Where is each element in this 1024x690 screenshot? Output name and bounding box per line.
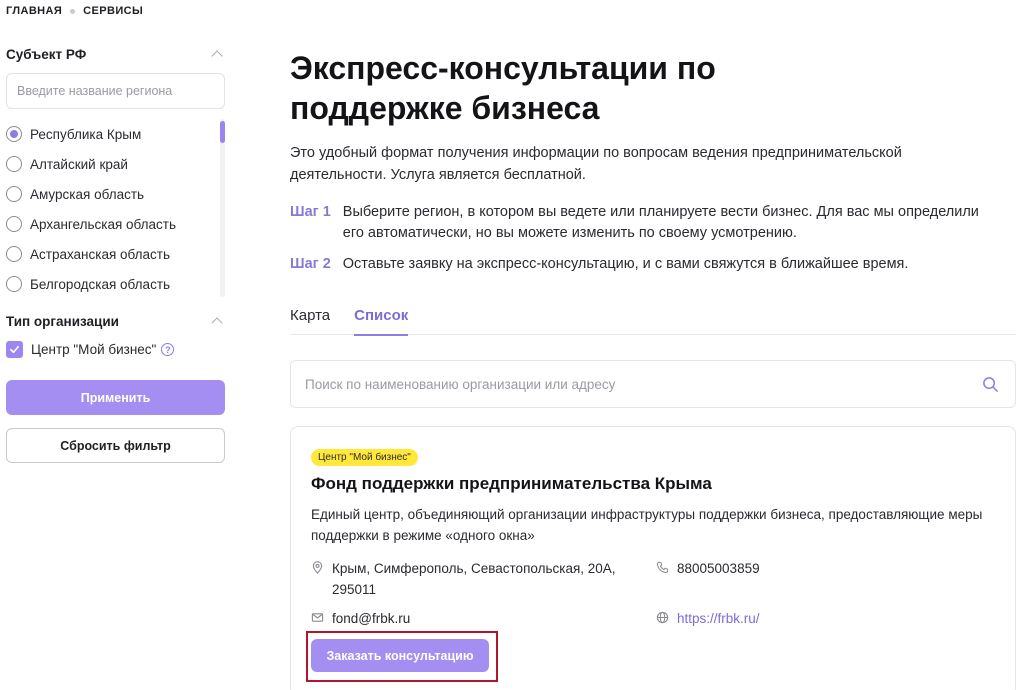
- region-option-label: Алтайский край: [30, 156, 128, 172]
- region-list: Республика Крым Алтайский край Амурская …: [6, 119, 225, 299]
- tab-map[interactable]: Карта: [290, 303, 330, 334]
- reset-filter-button[interactable]: Сбросить фильтр: [6, 428, 225, 463]
- org-address-text: Крым, Симферополь, Севастопольская, 20А,…: [332, 561, 616, 597]
- org-contacts: Крым, Симферополь, Севастопольская, 20А,…: [311, 558, 995, 638]
- org-website: https://frbk.ru/: [656, 608, 760, 629]
- breadcrumb-home-link[interactable]: ГЛАВНАЯ: [6, 5, 62, 17]
- radio-unchecked-icon[interactable]: [6, 186, 22, 202]
- region-option-label: Белгородская область: [30, 276, 171, 292]
- order-consultation-button[interactable]: Заказать консультацию: [311, 639, 489, 672]
- org-type-option-label: Центр "Мой бизнес": [31, 342, 157, 357]
- region-search-input[interactable]: [6, 73, 225, 109]
- search-icon[interactable]: [982, 376, 999, 393]
- org-search-input[interactable]: [291, 361, 1015, 407]
- region-list-scrollbar[interactable]: [220, 119, 225, 297]
- region-option-label: Астраханская область: [30, 246, 171, 262]
- chevron-up-icon[interactable]: [211, 50, 223, 62]
- region-option[interactable]: Архангельская область: [6, 209, 225, 239]
- org-website-link[interactable]: https://frbk.ru/: [677, 608, 760, 629]
- region-option[interactable]: Амурская область: [6, 179, 225, 209]
- filter-sidebar: Субъект РФ Республика Крым Алтайский кра…: [6, 40, 225, 463]
- tab-list[interactable]: Список: [354, 303, 409, 336]
- region-option-label: Амурская область: [30, 186, 145, 202]
- help-question-icon[interactable]: ?: [161, 343, 175, 356]
- org-type-badge: Центр "Мой бизнес": [311, 449, 418, 466]
- radio-unchecked-icon[interactable]: [6, 156, 22, 172]
- region-option[interactable]: Астраханская область: [6, 239, 225, 269]
- step-label: Шаг 2: [290, 256, 331, 272]
- chevron-up-icon[interactable]: [211, 317, 223, 329]
- checkbox-checked-icon[interactable]: [6, 341, 23, 358]
- org-description: Единый центр, объединяющий организации и…: [311, 507, 983, 543]
- org-email-text[interactable]: fond@frbk.ru: [332, 608, 410, 629]
- apply-filter-button[interactable]: Применить: [6, 380, 225, 415]
- region-option[interactable]: Белгородская область: [6, 269, 225, 299]
- radio-unchecked-icon[interactable]: [6, 246, 22, 262]
- org-phone: 88005003859: [656, 558, 760, 579]
- organization-card: Центр "Мой бизнес" Фонд поддержки предпр…: [290, 426, 1016, 690]
- step-text: Оставьте заявку на экспресс-консультацию…: [342, 256, 909, 272]
- step-item: Шаг 2 Оставьте заявку на экспресс-консул…: [290, 254, 1016, 275]
- email-icon: [311, 613, 324, 622]
- org-type-option[interactable]: Центр "Мой бизнес" ?: [6, 341, 225, 358]
- breadcrumb: ГЛАВНАЯ СЕРВИСЫ: [6, 5, 143, 17]
- step-item: Шаг 1 Выберите регион, в котором вы веде…: [290, 202, 1016, 244]
- breadcrumb-separator: [70, 8, 76, 14]
- org-address: Крым, Симферополь, Севастопольская, 20А,…: [311, 558, 631, 600]
- phone-icon: [656, 561, 669, 574]
- page-title: Экспресс-консультации по поддержке бизне…: [290, 50, 716, 126]
- radio-checked-icon[interactable]: [6, 126, 22, 142]
- step-label: Шаг 1: [290, 204, 331, 220]
- org-email: fond@frbk.ru: [311, 608, 410, 629]
- radio-unchecked-icon[interactable]: [6, 216, 22, 232]
- location-pin-icon: [312, 561, 323, 574]
- org-name: Фонд поддержки предпринимательства Крыма: [311, 474, 712, 493]
- region-option-label: Республика Крым: [30, 126, 142, 142]
- org-phone-text[interactable]: 88005003859: [677, 558, 760, 579]
- view-tabs: Карта Список: [290, 303, 1016, 336]
- intro-text: Это удобный формат получения информации …: [290, 145, 902, 183]
- scrollbar-thumb[interactable]: [220, 121, 225, 143]
- region-filter-title: Субъект РФ: [6, 46, 87, 62]
- org-search: [290, 360, 1016, 408]
- breadcrumb-services-link[interactable]: СЕРВИСЫ: [83, 5, 143, 17]
- globe-icon: [656, 611, 669, 624]
- region-option[interactable]: Алтайский край: [6, 149, 225, 179]
- region-option[interactable]: Республика Крым: [6, 119, 225, 149]
- step-text: Выберите регион, в котором вы ведете или…: [342, 204, 979, 241]
- org-type-filter-title: Тип организации: [6, 313, 119, 329]
- main-content: Экспресс-консультации по поддержке бизне…: [290, 48, 1016, 690]
- org-type-filter-header[interactable]: Тип организации: [6, 307, 225, 335]
- radio-unchecked-icon[interactable]: [6, 276, 22, 292]
- region-filter-header[interactable]: Субъект РФ: [6, 40, 225, 68]
- region-option-label: Архангельская область: [30, 216, 177, 232]
